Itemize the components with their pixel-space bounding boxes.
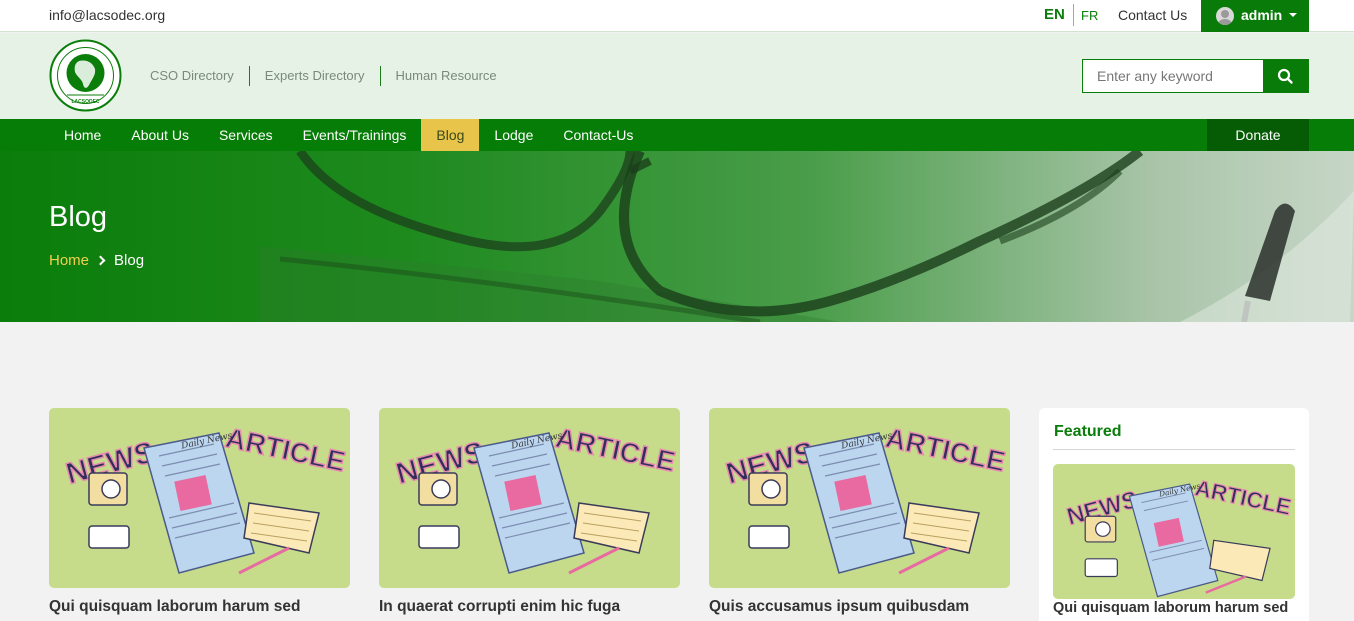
subnav-human-resource[interactable]: Human Resource	[379, 66, 512, 86]
blog-card[interactable]: NEWS ARTICLE Daily News In quaerat corru…	[379, 408, 680, 617]
nav-lodge[interactable]: Lodge	[479, 119, 548, 151]
page-title: Blog	[49, 201, 108, 233]
news-article-illustration: NEWS ARTICLE Daily News	[392, 421, 679, 575]
contact-us-link[interactable]: Contact Us	[1118, 7, 1187, 23]
breadcrumb: Home Blog	[49, 252, 144, 269]
chevron-right-icon	[95, 255, 106, 266]
featured-divider	[1053, 449, 1295, 450]
contact-email[interactable]: info@lacsodec.org	[49, 7, 165, 23]
illustration-article-text: ARTICLE	[223, 422, 348, 478]
illustration-article-text: ARTICLE	[883, 422, 1008, 478]
blog-card[interactable]: NEWS ARTICLE Daily News Quis accusamus i…	[709, 408, 1010, 617]
nav-about-us[interactable]: About Us	[116, 119, 204, 151]
language-fr[interactable]: FR	[1081, 8, 1098, 23]
post-title[interactable]: Qui quisquam laborum harum sed	[49, 597, 350, 617]
featured-post-thumbnail[interactable]: NEWS ARTICLE Daily News	[1053, 464, 1295, 599]
illustration-article-text: ARTICLE	[1193, 475, 1294, 520]
nav-contact-us[interactable]: Contact-Us	[548, 119, 648, 151]
news-article-illustration: NEWS ARTICLE Daily News	[722, 421, 1009, 575]
news-article-illustration: NEWS ARTICLE Daily News	[1063, 475, 1294, 598]
page-banner: Blog Home Blog	[0, 151, 1354, 322]
user-name: admin	[1241, 7, 1283, 23]
breadcrumb-home[interactable]: Home	[49, 252, 89, 269]
nav-events-trainings[interactable]: Events/Trainings	[288, 119, 422, 151]
site-header: LACSODEC CSO Directory Experts Directory…	[0, 33, 1354, 119]
search-button[interactable]	[1263, 60, 1308, 92]
user-menu[interactable]: admin	[1201, 0, 1309, 32]
illustration-article-text: ARTICLE	[553, 422, 678, 478]
secondary-nav: CSO Directory Experts Directory Human Re…	[150, 66, 512, 86]
nav-services[interactable]: Services	[204, 119, 288, 151]
nav-blog[interactable]: Blog	[421, 119, 480, 151]
featured-heading: Featured	[1054, 423, 1122, 440]
post-title[interactable]: In quaerat corrupti enim hic fuga	[379, 597, 680, 617]
caret-down-icon	[1289, 13, 1297, 17]
main-nav: Home About Us Services Events/Trainings …	[0, 119, 1354, 151]
site-logo[interactable]: LACSODEC	[49, 39, 122, 112]
post-title[interactable]: Quis accusamus ipsum quibusdam	[709, 597, 1010, 617]
featured-post-title[interactable]: Qui quisquam laborum harum sed	[1053, 600, 1303, 616]
nav-home[interactable]: Home	[49, 119, 116, 151]
glasses-background-image	[260, 151, 1354, 322]
post-thumbnail[interactable]: NEWS ARTICLE Daily News	[709, 408, 1010, 588]
logo-text: LACSODEC	[71, 99, 99, 105]
search-icon	[1277, 68, 1293, 84]
post-thumbnail[interactable]: NEWS ARTICLE Daily News	[49, 408, 350, 588]
post-thumbnail[interactable]: NEWS ARTICLE Daily News	[379, 408, 680, 588]
featured-sidebar: Featured NEWS ARTICLE Daily News Qui qui…	[1039, 408, 1309, 621]
language-en[interactable]: EN	[1044, 6, 1065, 23]
subnav-experts-directory[interactable]: Experts Directory	[248, 66, 380, 86]
top-bar: info@lacsodec.org EN FR Contact Us admin	[0, 0, 1354, 32]
donate-button[interactable]: Donate	[1207, 119, 1309, 151]
breadcrumb-current: Blog	[114, 252, 145, 269]
search-input[interactable]	[1083, 60, 1264, 92]
search-box	[1082, 59, 1309, 93]
subnav-cso-directory[interactable]: CSO Directory	[150, 66, 249, 86]
language-divider	[1073, 4, 1074, 26]
avatar-icon	[1216, 7, 1234, 25]
news-article-illustration: NEWS ARTICLE Daily News	[62, 421, 349, 575]
blog-card[interactable]: NEWS ARTICLE Daily News Qui quisquam lab…	[49, 408, 350, 617]
